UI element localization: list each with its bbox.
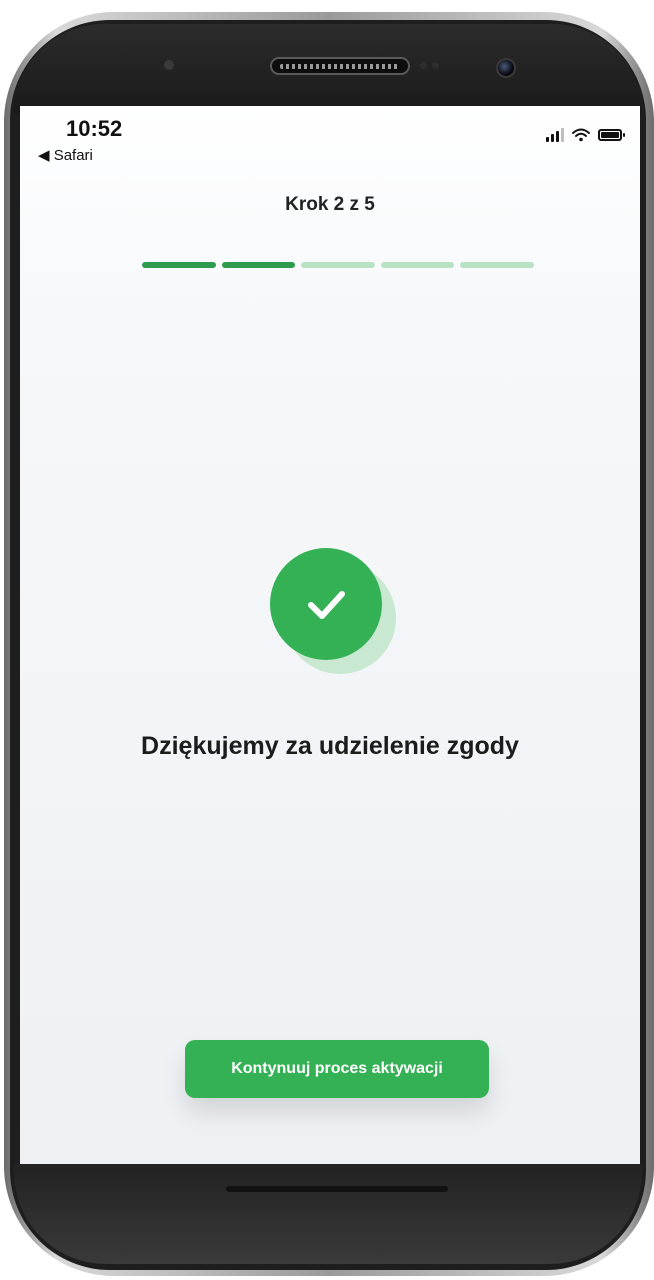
earpiece-speaker — [270, 57, 410, 75]
step-progress-bar — [142, 262, 534, 268]
step-indicator-title: Krok 2 z 5 — [285, 194, 375, 215]
light-sensor-2 — [432, 62, 439, 69]
confirmation-message: Dziękujemy za udzielenie zgody — [141, 732, 519, 760]
progress-segment-pending — [301, 262, 375, 268]
progress-segment-pending — [380, 262, 455, 268]
app-screen: 10:52 ◀ Safari Krok 2 z 5 Dziękujemy za … — [20, 106, 640, 1164]
success-circle — [270, 548, 382, 660]
status-time: 10:52 — [66, 116, 123, 141]
proximity-sensor — [164, 60, 174, 70]
home-indicator[interactable] — [226, 1186, 448, 1192]
phone-frame: 10:52 ◀ Safari Krok 2 z 5 Dziękujemy za … — [0, 0, 654, 1280]
battery-icon — [598, 129, 625, 141]
speaker-grille — [280, 64, 400, 69]
success-badge — [270, 548, 410, 678]
progress-segment-complete — [142, 262, 216, 268]
phone-bottom-bezel — [14, 1164, 642, 1264]
progress-segment-complete — [221, 262, 296, 268]
progress-segment-pending — [460, 262, 534, 268]
continue-activation-button[interactable]: Kontynuuj proces aktywacji — [185, 1040, 489, 1098]
back-to-safari-link[interactable]: ◀ Safari — [38, 146, 93, 164]
status-icons — [546, 128, 625, 142]
wifi-icon — [572, 128, 590, 142]
front-camera — [496, 58, 516, 78]
light-sensor — [420, 62, 427, 69]
signal-icon — [546, 128, 564, 142]
checkmark-icon — [308, 591, 345, 619]
